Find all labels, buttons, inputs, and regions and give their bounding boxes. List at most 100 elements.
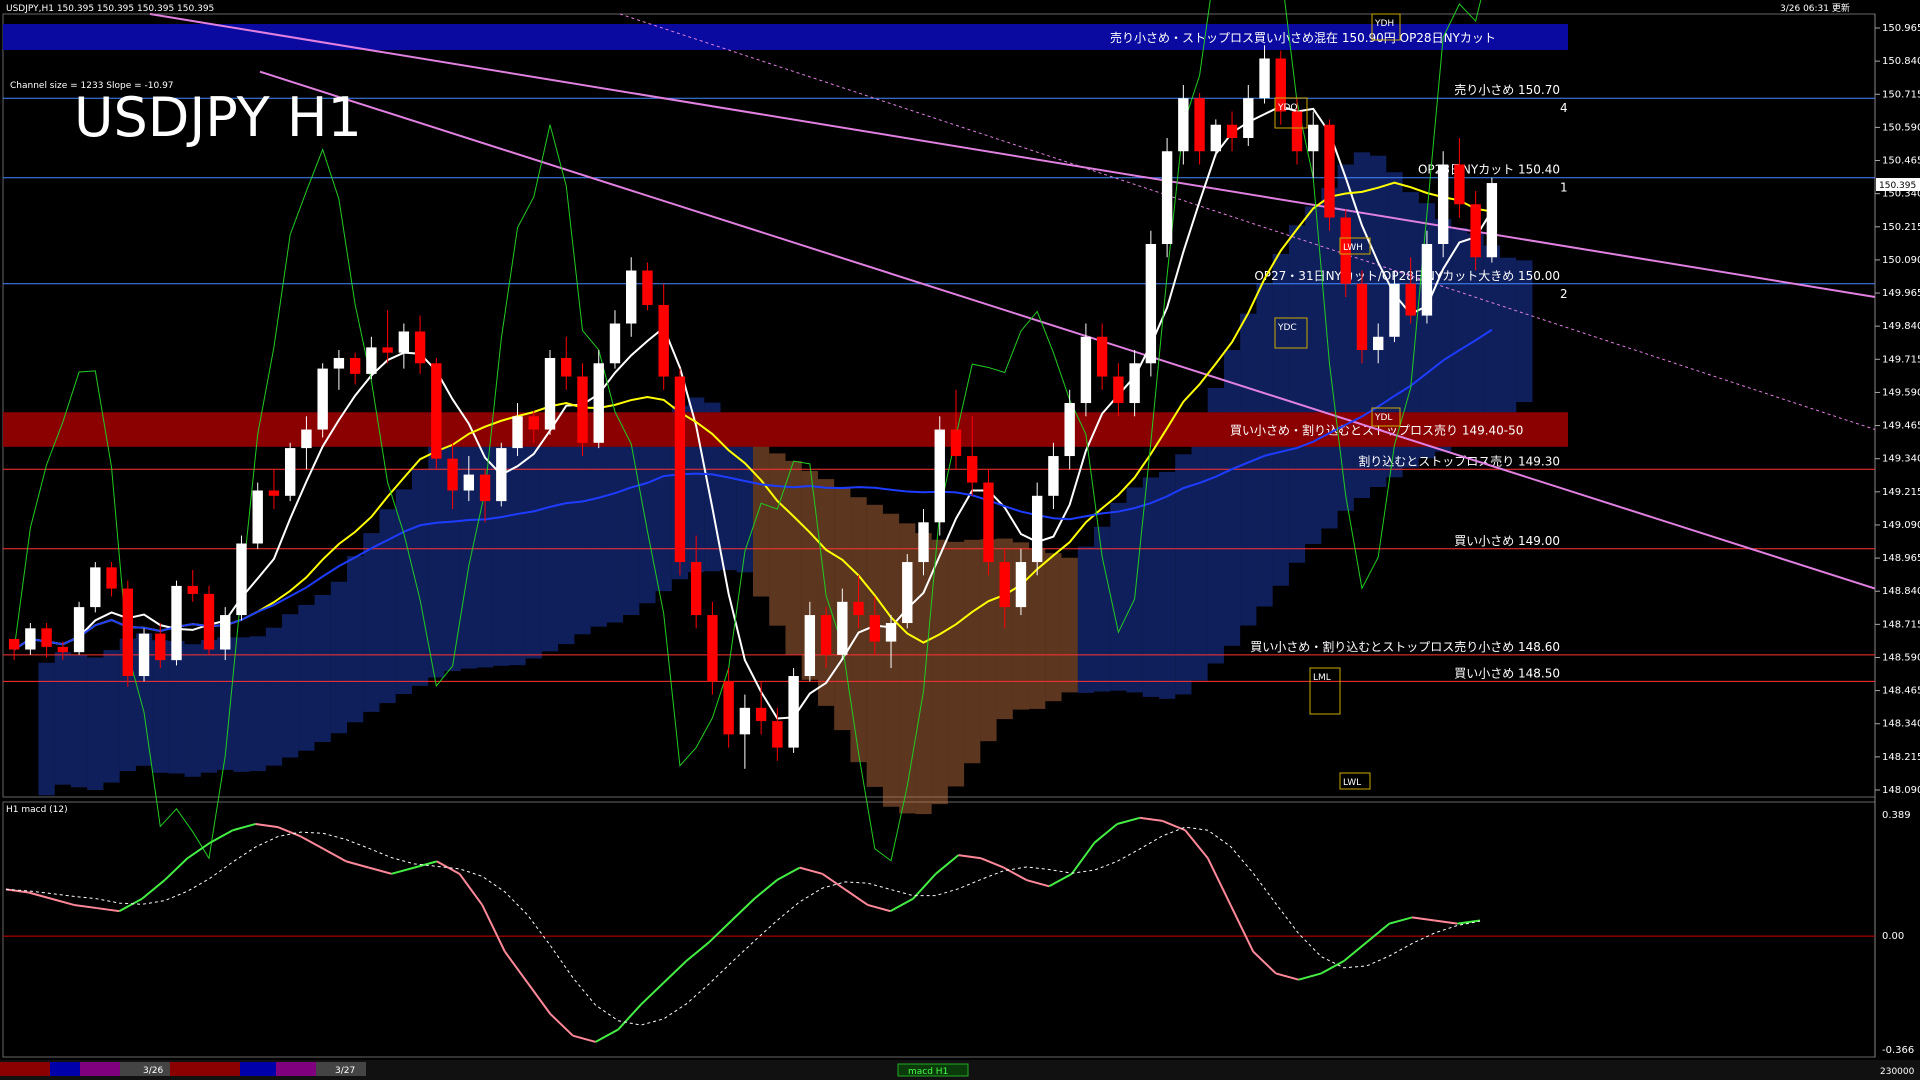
macd-segment <box>300 835 324 850</box>
bottom-right-value: 230000 <box>1880 1067 1915 1077</box>
macd-segment <box>1093 823 1118 844</box>
macd-segment <box>1275 972 1299 981</box>
macd-segment <box>141 879 166 900</box>
candle-body <box>301 429 312 449</box>
macd-segment <box>980 857 1005 869</box>
candle-body <box>57 646 69 653</box>
cloud-segment <box>314 594 331 742</box>
candle-body <box>122 588 133 677</box>
candle-body <box>772 721 783 748</box>
price-tick-label: 150.465 <box>1882 156 1920 167</box>
candle-body <box>366 347 377 374</box>
macd-pane: 0.389 0.00 -0.366 <box>3 810 1914 1056</box>
macd-status-label: macd H1 <box>908 1067 948 1077</box>
cloud-segment <box>769 453 786 626</box>
macd-segment <box>617 1003 642 1031</box>
candle-body <box>90 567 101 608</box>
cloud-segment <box>1191 426 1208 681</box>
macd-segment <box>867 903 891 913</box>
candle-body <box>658 304 669 377</box>
candle-body <box>642 270 653 305</box>
cloud-segment <box>590 429 607 627</box>
candle-body <box>8 638 20 650</box>
cloud-segment <box>395 489 412 695</box>
level-label: 買い小さめ 148.50 <box>1454 666 1560 680</box>
candle-body <box>1080 336 1092 404</box>
price-tick-label: 150.590 <box>1882 122 1920 133</box>
candle-body <box>853 601 864 616</box>
macd-segment <box>1184 829 1209 859</box>
candle-body <box>398 331 410 353</box>
macd-segment <box>662 960 688 984</box>
candle-body <box>1145 244 1157 364</box>
candle-body <box>106 567 117 589</box>
candle-body <box>203 593 215 650</box>
macd-segment <box>844 888 869 906</box>
cloud-segment <box>87 657 104 790</box>
price-tick-label: 150.715 <box>1882 89 1920 100</box>
day-box-label: YDH <box>1374 19 1394 29</box>
candle-body <box>317 368 328 430</box>
candle-body <box>577 376 588 443</box>
projection-number: 1 <box>1560 181 1568 195</box>
candle-body <box>837 601 848 655</box>
price-tick-label: 148.090 <box>1882 785 1920 796</box>
candle-body <box>25 628 36 650</box>
ichimoku-cloud <box>38 152 1533 815</box>
price-tick-label: 148.590 <box>1882 652 1920 663</box>
candle-body <box>431 363 442 459</box>
macd-segment <box>799 866 823 875</box>
macd-segment <box>1411 916 1435 922</box>
cloud-segment <box>623 440 640 615</box>
candle-body <box>739 707 751 735</box>
macd-segment <box>776 866 801 881</box>
candle-body <box>187 585 198 594</box>
chart-canvas: 売り小さめ・ストップロス買い小さめ混在 150.90円 OP28日NYカット買い… <box>0 0 1920 1080</box>
candle-body <box>1470 204 1481 258</box>
cloud-segment <box>428 442 445 678</box>
projection-number: 2 <box>1560 287 1568 301</box>
candle-body <box>609 323 621 364</box>
candle-body <box>1226 124 1238 138</box>
cloud-segment <box>1126 487 1143 693</box>
macd-segment <box>1206 857 1232 906</box>
candle-body <box>1161 151 1173 245</box>
period-color-2 <box>50 1062 80 1076</box>
macd-segment <box>1048 872 1073 888</box>
candle-body <box>284 448 296 496</box>
macd-segment <box>164 857 189 881</box>
macd-segment <box>413 860 438 869</box>
candle-body <box>1356 283 1368 351</box>
macd-segment <box>232 823 256 832</box>
candle-body <box>41 628 52 647</box>
candle-body <box>1096 336 1108 377</box>
candle-body <box>463 474 475 491</box>
candle-body <box>1437 164 1449 245</box>
macd-segment <box>1071 842 1096 875</box>
tab-3-26-label: 3/26 <box>143 1066 163 1076</box>
candle-body <box>967 456 978 483</box>
period-color-4 <box>170 1062 240 1076</box>
cloud-segment <box>330 581 348 734</box>
macd-tick-label: 0.389 <box>1882 810 1911 821</box>
candle-body <box>1291 111 1303 152</box>
candle-body <box>544 357 556 430</box>
candle-body <box>918 522 929 563</box>
price-tick-label: 148.840 <box>1882 586 1920 597</box>
candle-body <box>268 490 280 496</box>
cloud-segment <box>70 654 88 788</box>
cloud-segment <box>1158 471 1176 699</box>
macd-segment <box>526 982 552 1015</box>
day-box-label: LWH <box>1343 243 1363 253</box>
candle-body <box>73 607 85 653</box>
tab-3-27-label: 3/27 <box>335 1066 355 1076</box>
candle-body <box>788 676 799 748</box>
cloud-segment <box>541 422 559 652</box>
candle-body <box>1324 124 1335 218</box>
price-tick-label: 150.840 <box>1882 56 1920 67</box>
candle-body <box>382 347 393 353</box>
price-tick-label: 148.340 <box>1882 719 1920 730</box>
macd-segment <box>730 898 756 922</box>
cloud-segment <box>363 533 380 712</box>
macd-tick-label: 0.00 <box>1882 931 1904 942</box>
